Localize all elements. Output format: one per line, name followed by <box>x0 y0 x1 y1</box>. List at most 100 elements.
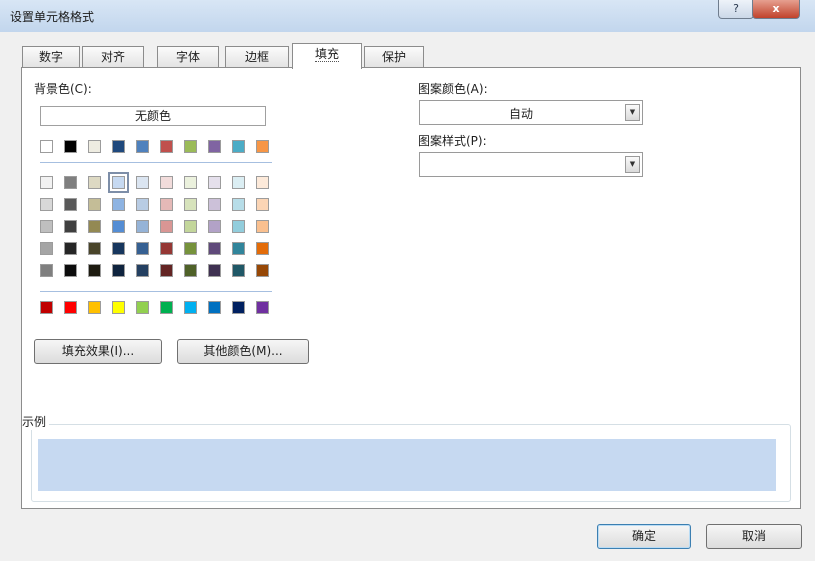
color-swatch[interactable] <box>232 301 245 314</box>
color-swatch[interactable] <box>112 140 125 153</box>
pattern-style-dropdown[interactable]: ▼ <box>419 152 643 177</box>
color-swatch[interactable] <box>232 220 245 233</box>
color-swatch[interactable] <box>232 242 245 255</box>
color-swatch[interactable] <box>184 220 197 233</box>
color-swatch[interactable] <box>256 198 269 211</box>
chevron-down-icon[interactable]: ▼ <box>625 156 640 173</box>
tab-protection[interactable]: 保护 <box>364 46 424 67</box>
color-swatch[interactable] <box>64 220 77 233</box>
color-swatch[interactable] <box>88 140 101 153</box>
color-swatch[interactable] <box>136 176 149 189</box>
tab-border[interactable]: 边框 <box>225 46 289 67</box>
color-swatch[interactable] <box>64 198 77 211</box>
color-swatch[interactable] <box>112 242 125 255</box>
color-swatch[interactable] <box>136 264 149 277</box>
color-swatch[interactable] <box>256 242 269 255</box>
palette-separator <box>40 162 272 163</box>
color-swatch[interactable] <box>88 176 101 189</box>
color-swatch[interactable] <box>136 220 149 233</box>
title-bar[interactable]: 设置单元格格式 ? x <box>0 0 815 32</box>
close-button[interactable]: x <box>752 0 800 19</box>
color-swatch[interactable] <box>40 176 53 189</box>
ok-button[interactable]: 确定 <box>597 524 691 549</box>
chevron-down-icon[interactable]: ▼ <box>625 104 640 121</box>
pattern-color-label: 图案颜色(A): <box>418 82 488 96</box>
color-swatch[interactable] <box>112 198 125 211</box>
color-swatch[interactable] <box>40 242 53 255</box>
color-swatch[interactable] <box>136 242 149 255</box>
tab-font[interactable]: 字体 <box>157 46 219 67</box>
color-swatch[interactable] <box>208 220 221 233</box>
color-swatch[interactable] <box>40 264 53 277</box>
color-swatch[interactable] <box>256 140 269 153</box>
color-swatch[interactable] <box>256 301 269 314</box>
color-swatch[interactable] <box>88 301 101 314</box>
color-swatch[interactable] <box>232 264 245 277</box>
cancel-label: 取消 <box>741 529 766 543</box>
color-swatch[interactable] <box>256 220 269 233</box>
no-color-button[interactable]: 无颜色 <box>40 106 266 126</box>
color-swatch[interactable] <box>88 220 101 233</box>
color-swatch[interactable] <box>208 176 221 189</box>
tab-alignment[interactable]: 对齐 <box>82 46 144 67</box>
tab-fill[interactable]: 填充 <box>292 43 362 69</box>
color-swatch[interactable] <box>64 242 77 255</box>
color-swatch[interactable] <box>112 220 125 233</box>
color-swatch[interactable] <box>40 198 53 211</box>
color-swatch[interactable] <box>88 264 101 277</box>
tab-label: 数字 <box>38 50 63 64</box>
color-swatch[interactable] <box>40 301 53 314</box>
format-cells-dialog: 设置单元格格式 ? x 数字 对齐 字体 边框 填充 保护 背景色(C): 无颜… <box>0 0 815 561</box>
color-swatch[interactable] <box>184 198 197 211</box>
color-swatch[interactable] <box>256 176 269 189</box>
color-swatch[interactable] <box>64 264 77 277</box>
color-swatch[interactable] <box>136 301 149 314</box>
color-swatch[interactable] <box>64 301 77 314</box>
fill-effects-button[interactable]: 填充效果(I)... <box>34 339 162 364</box>
color-swatch[interactable] <box>208 264 221 277</box>
color-swatch[interactable] <box>184 176 197 189</box>
cancel-button[interactable]: 取消 <box>706 524 802 549</box>
dialog-title: 设置单元格格式 <box>10 10 95 24</box>
color-swatch[interactable] <box>64 176 77 189</box>
pattern-color-dropdown[interactable]: 自动 ▼ <box>419 100 643 125</box>
color-swatch[interactable] <box>112 264 125 277</box>
color-swatch[interactable] <box>40 140 53 153</box>
fill-effects-label: 填充效果(I)... <box>61 344 135 358</box>
color-swatch[interactable] <box>232 176 245 189</box>
color-swatch[interactable] <box>208 140 221 153</box>
color-swatch[interactable] <box>160 176 173 189</box>
color-swatch[interactable] <box>112 301 125 314</box>
color-swatch[interactable] <box>160 264 173 277</box>
color-swatch[interactable] <box>184 140 197 153</box>
more-colors-button[interactable]: 其他颜色(M)... <box>177 339 309 364</box>
color-swatch[interactable] <box>160 198 173 211</box>
color-swatch[interactable] <box>160 140 173 153</box>
color-swatch[interactable] <box>184 242 197 255</box>
color-swatch[interactable] <box>160 242 173 255</box>
color-swatch[interactable] <box>108 172 129 193</box>
color-swatch[interactable] <box>232 198 245 211</box>
color-swatch[interactable] <box>64 140 77 153</box>
color-swatch[interactable] <box>136 198 149 211</box>
color-swatch[interactable] <box>208 301 221 314</box>
color-swatch[interactable] <box>88 198 101 211</box>
color-swatch[interactable] <box>136 140 149 153</box>
pattern-style-label: 图案样式(P): <box>418 134 487 148</box>
color-swatch[interactable] <box>232 140 245 153</box>
color-swatch[interactable] <box>40 220 53 233</box>
tab-number[interactable]: 数字 <box>22 46 80 67</box>
help-button[interactable]: ? <box>718 0 754 19</box>
color-swatch[interactable] <box>88 242 101 255</box>
palette-separator <box>40 291 272 292</box>
more-colors-label: 其他颜色(M)... <box>203 344 283 358</box>
color-swatch[interactable] <box>208 242 221 255</box>
color-swatch[interactable] <box>184 301 197 314</box>
color-swatch[interactable] <box>208 198 221 211</box>
color-swatch[interactable] <box>160 301 173 314</box>
color-swatch[interactable] <box>160 220 173 233</box>
tab-label: 边框 <box>244 50 269 64</box>
sample-preview <box>38 439 776 491</box>
color-swatch[interactable] <box>184 264 197 277</box>
color-swatch[interactable] <box>256 264 269 277</box>
